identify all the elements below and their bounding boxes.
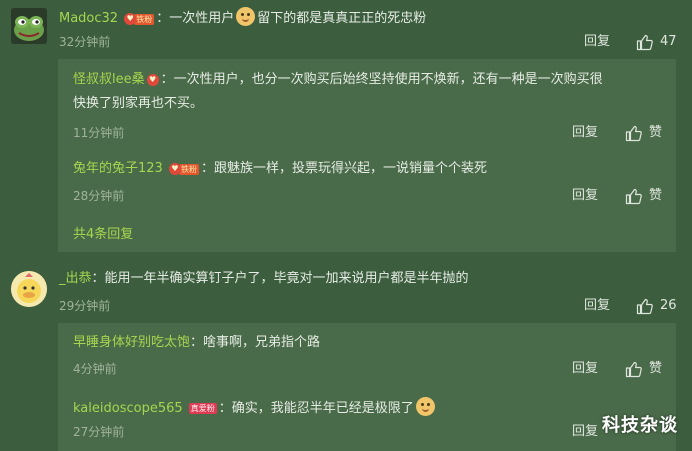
reply-content: 怪叔叔lee桑 ♥ ：一次性用户，也分一次购买后始终坚持使用不焕新，还有一种是一次购… bbox=[73, 72, 603, 87]
username[interactable]: kaleidoscope565 bbox=[73, 401, 183, 416]
thumbs-up-icon bbox=[625, 188, 642, 204]
reply-button[interactable]: 回复 bbox=[572, 124, 598, 142]
fan-badge: ♥ bbox=[146, 74, 159, 87]
timestamp: 4分钟前 bbox=[73, 362, 117, 376]
avatar[interactable] bbox=[11, 271, 47, 307]
reply-content: 早睡身体好别吃太饱：啥事啊，兄弟指个路 bbox=[73, 335, 321, 350]
reply-text: 一次性用户，也分一次购买后始终坚持使用不焕新，还有一种是一次购买很 bbox=[173, 72, 603, 87]
reply-content: 兔年的兔子123 ♥ 铁粉 ：跟魅族一样，投票玩得兴起，一说销量个个装死 bbox=[73, 161, 487, 176]
reply-button[interactable]: 回复 bbox=[572, 423, 598, 441]
timestamp: 32分钟前 bbox=[59, 35, 111, 49]
username[interactable]: 早睡身体好别吃太饱 bbox=[73, 335, 190, 350]
thumbs-up-icon bbox=[636, 298, 653, 314]
reply-content: kaleidoscope565 真爱粉 ：确实，我能忍半年已经是极限了 bbox=[73, 397, 437, 418]
thumbs-up-icon bbox=[625, 125, 642, 141]
like-label: 赞 bbox=[649, 361, 663, 376]
fan-badge: 真爱粉 bbox=[188, 403, 217, 414]
reply-button[interactable]: 回复 bbox=[572, 187, 598, 205]
like-button[interactable]: 赞 bbox=[625, 360, 662, 378]
doge-emoji-icon bbox=[236, 7, 256, 26]
comment-content: _出恭：能用一年半确实算钉子户了，毕竟对一加来说用户都是半年抛的 bbox=[59, 271, 469, 286]
like-count: 47 bbox=[660, 34, 677, 49]
comment-content: Madoc32 ♥ 铁粉 ：一次性用户 留下的都是真真正正的死忠粉 bbox=[59, 7, 426, 28]
fan-badge: ♥ 铁粉 bbox=[124, 13, 155, 26]
avatar[interactable] bbox=[11, 8, 47, 44]
timestamp: 11分钟前 bbox=[73, 126, 125, 140]
thumbs-up-icon bbox=[625, 361, 642, 377]
reply-text: 确实，我能忍半年已经是极限了 bbox=[231, 401, 414, 416]
timestamp: 28分钟前 bbox=[73, 189, 125, 203]
reply-button[interactable]: 回复 bbox=[584, 33, 610, 51]
comment-text: 一次性用户 bbox=[169, 11, 235, 26]
timestamp: 29分钟前 bbox=[59, 299, 111, 313]
reply-button[interactable]: 回复 bbox=[584, 297, 610, 315]
reply-text: 跟魅族一样，投票玩得兴起，一说销量个个装死 bbox=[213, 161, 487, 176]
watermark: 科技杂谈 bbox=[602, 415, 678, 436]
fan-badge: ♥ 铁粉 bbox=[168, 163, 199, 176]
heart-icon: ♥ bbox=[168, 163, 181, 175]
comment-text: 能用一年半确实算钉子户了，毕竟对一加来说用户都是半年抛的 bbox=[104, 271, 469, 286]
like-button[interactable]: 26 bbox=[636, 297, 677, 315]
username[interactable]: 怪叔叔lee桑 bbox=[73, 72, 145, 87]
like-label: 赞 bbox=[649, 188, 663, 203]
like-count: 26 bbox=[660, 298, 677, 313]
view-more-replies-link[interactable]: 共4条回复 bbox=[73, 226, 133, 244]
comment-text: 留下的都是真真正正的死忠粉 bbox=[257, 11, 427, 26]
thumbs-up-icon bbox=[636, 34, 653, 50]
like-button[interactable]: 47 bbox=[636, 33, 677, 51]
like-button[interactable]: 赞 bbox=[625, 187, 662, 205]
like-label: 赞 bbox=[649, 125, 663, 140]
doge-emoji-icon bbox=[415, 397, 435, 416]
username[interactable]: _出恭 bbox=[59, 271, 92, 286]
reply-button[interactable]: 回复 bbox=[572, 360, 598, 378]
username[interactable]: 兔年的兔子123 bbox=[73, 161, 163, 176]
reply-text: 啥事啊，兄弟指个路 bbox=[203, 335, 321, 350]
timestamp: 27分钟前 bbox=[73, 425, 125, 439]
heart-icon: ♥ bbox=[146, 74, 159, 86]
username[interactable]: Madoc32 bbox=[59, 11, 118, 26]
duck-avatar-icon bbox=[11, 271, 47, 307]
reply-text-continued: 快换了别家再也不买。 bbox=[73, 96, 204, 111]
frog-avatar-icon bbox=[11, 8, 47, 44]
like-button[interactable]: 赞 bbox=[625, 124, 662, 142]
